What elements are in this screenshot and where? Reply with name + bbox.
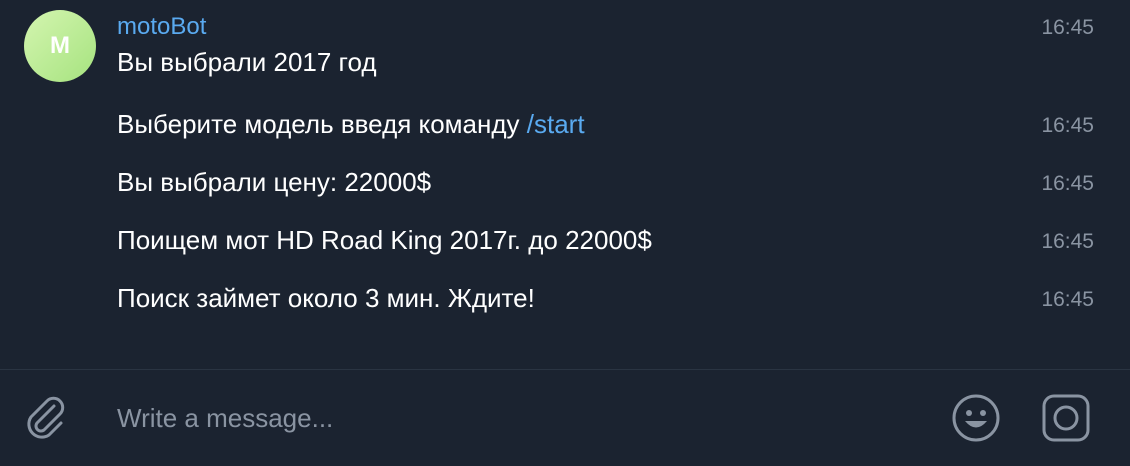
instagram-camera-icon[interactable] xyxy=(1040,392,1092,444)
message-text: Вы выбрали 2017 год xyxy=(117,47,377,77)
message-time: 16:45 xyxy=(1041,172,1094,195)
message-time: 16:45 xyxy=(1041,230,1094,253)
message-input[interactable] xyxy=(117,398,917,438)
message-text-prefix: Выберите модель введя команду xyxy=(117,109,527,139)
message-text: Поищем мот HD Road King 2017г. до 22000$ xyxy=(117,225,652,255)
chat-history: M motoBot 16:45 Вы выбрали 2017 год Выбе… xyxy=(0,0,1130,370)
bot-avatar[interactable]: M xyxy=(24,10,96,82)
smile-icon[interactable] xyxy=(950,392,1002,444)
message-time: 16:45 xyxy=(1041,288,1094,311)
message-time: 16:45 xyxy=(1041,16,1094,39)
avatar-letter: M xyxy=(50,32,70,59)
message-composer xyxy=(0,370,1130,466)
paperclip-icon[interactable] xyxy=(20,392,70,442)
sender-name[interactable]: motoBot xyxy=(117,12,206,42)
bot-command-link[interactable]: /start xyxy=(527,109,585,139)
message-text: Вы выбрали цену: 22000$ xyxy=(117,167,432,197)
message-text: Поиск займет около 3 мин. Ждите! xyxy=(117,283,535,313)
message-time: 16:45 xyxy=(1041,114,1094,137)
message-text: Выберите модель введя команду /start xyxy=(117,108,585,140)
